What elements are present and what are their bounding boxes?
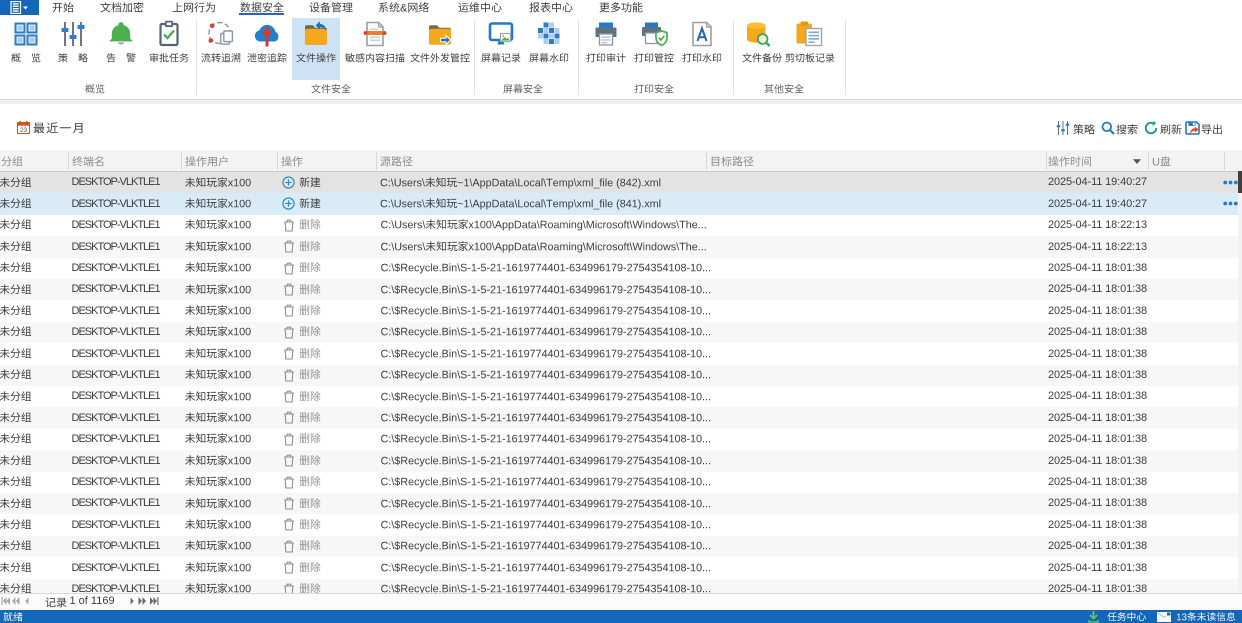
svg-text:23: 23	[20, 127, 28, 134]
